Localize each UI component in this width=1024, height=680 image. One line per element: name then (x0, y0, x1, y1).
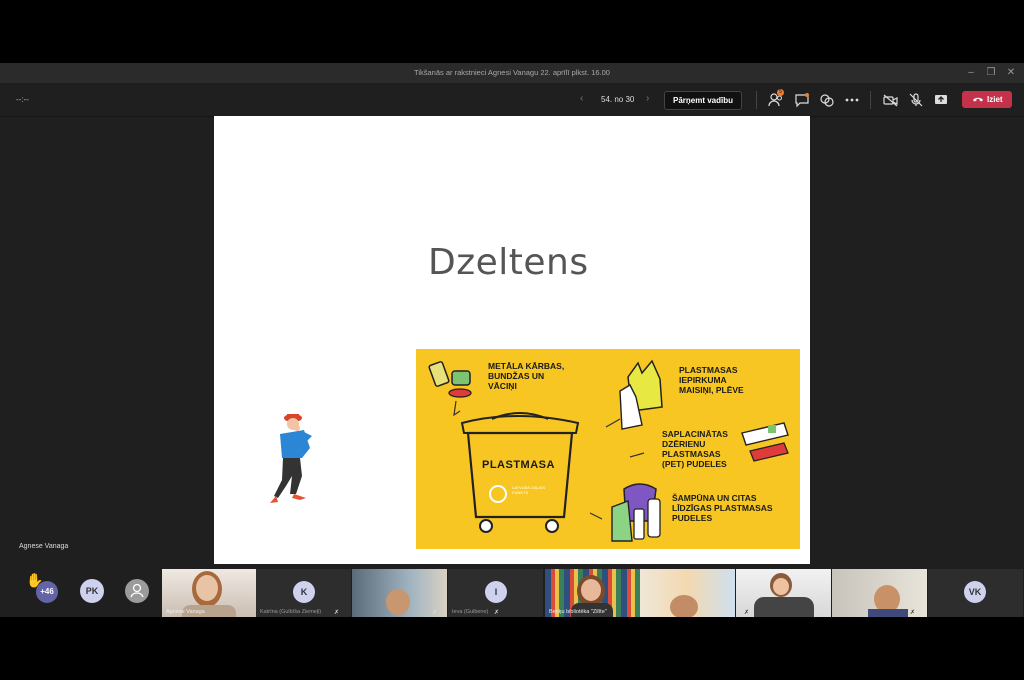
teams-meeting-window: Tikšanās ar rakstnieci Agnesi Vanagu 22.… (0, 63, 1024, 617)
participant-initials: K (293, 581, 315, 603)
caption-shampoo: ŠAMPŪNA UN CITAS LĪDZĪGAS PLASTMASAS PUD… (672, 493, 773, 523)
participant-video-tile[interactable]: ✗ (352, 569, 447, 617)
participant-name: Katrīna (Gulbīša Ziemeļi) (260, 609, 322, 615)
participant-avatar-pk[interactable]: PK (80, 579, 104, 603)
hang-up-icon (973, 97, 983, 102)
close-icon[interactable]: ✕ (1004, 66, 1018, 80)
title-bar: Tikšanās ar rakstnieci Agnesi Vanagu 22.… (0, 63, 1024, 83)
slide-title: Dzeltens (428, 242, 589, 283)
participant-video-tile[interactable]: ✗ (832, 569, 927, 617)
mic-off-icon[interactable] (908, 92, 924, 108)
participant-avatar-tile[interactable]: K Katrīna (Gulbīša Ziemeļi) ✗ (256, 569, 351, 617)
muted-mic-icon: ✗ (744, 610, 750, 616)
caption-bags: PLASTMASAS IEPIRKUMA MAISIŅI, PLĒVE (679, 365, 744, 395)
person-illustration (270, 414, 312, 503)
bin-label: PLASTMASA (482, 459, 555, 471)
previous-slide-icon[interactable]: ‹ (580, 93, 583, 104)
participant-name: Ieva (Gulbene) (452, 609, 489, 615)
participant-initials: VK (964, 581, 986, 603)
participant-name: Beņķu bibliotēka "Zilīte" (549, 609, 607, 615)
meeting-title: Tikšanās ar rakstnieci Agnesi Vanagu 22.… (414, 68, 610, 77)
participant-avatar-tile[interactable]: VK (928, 569, 1023, 617)
caption-pet-bottles: SAPLACINĀTAS DZĒRIENU PLASTMASAS (PET) P… (662, 429, 728, 469)
muted-mic-icon: ✗ (494, 610, 500, 616)
minimize-icon[interactable]: – (964, 66, 978, 80)
maximize-icon[interactable]: ❐ (984, 66, 998, 80)
reactions-icon[interactable] (819, 92, 835, 108)
participants-badge: 5 (777, 89, 784, 96)
participant-video-tile[interactable]: Agnese Vanaga (162, 569, 257, 617)
more-participants-badge[interactable]: +46 (36, 581, 58, 603)
participant-video-tile[interactable] (640, 569, 735, 617)
toolbar-divider (756, 91, 757, 109)
toolbar-divider (870, 91, 871, 109)
caption-metal: METĀLA KĀRBAS, BUNDŽAS UN VĀCIŅI (488, 361, 565, 391)
slide-navigation: ‹ 54. no 30 › (580, 93, 660, 107)
slide-counter: 54. no 30 (601, 95, 635, 104)
participant-name: Agnese Vanaga (166, 609, 205, 615)
participants-icon[interactable]: 5 (768, 89, 784, 108)
take-control-button[interactable]: Pārņemt vadību (664, 91, 742, 110)
participant-strip: ✋ +46 PK Agnese Vanaga K Katrīna (Gulbīš… (0, 565, 1024, 617)
recycling-infographic: METĀLA KĀRBAS, BUNDŽAS UN VĀCIŅI PLASTMA… (416, 349, 800, 549)
participant-video-tile[interactable]: ✗ (736, 569, 831, 617)
next-slide-icon[interactable]: › (646, 93, 649, 104)
shared-slide: Dzeltens METĀLA KĀRBAS, BUNDŽAS UN VĀCIŅ… (214, 116, 810, 564)
muted-mic-icon: ✗ (432, 610, 438, 616)
participant-avatar-tile[interactable]: I Ieva (Gulbene) ✗ (448, 569, 543, 617)
meeting-timer: --:-- (16, 95, 29, 104)
participant-video-tile[interactable]: Beņķu bibliotēka "Zilīte" (545, 569, 640, 617)
leave-label: Iziet (987, 95, 1003, 104)
chat-icon[interactable] (794, 92, 810, 108)
anonymous-participant-icon[interactable] (125, 579, 149, 603)
muted-mic-icon: ✗ (910, 610, 916, 616)
more-options-icon[interactable] (844, 92, 860, 108)
bin-small-text: LATVIJAS ZAĻAIS PUNKTS (512, 485, 546, 495)
leave-button[interactable]: Iziet (962, 91, 1012, 108)
participant-initials: I (485, 581, 507, 603)
meeting-toolbar: --:-- ‹ 54. no 30 › Pārņemt vadību 5 Izi… (0, 83, 1024, 117)
camera-off-icon[interactable] (883, 92, 899, 108)
presenter-name: Agnese Vanaga (19, 543, 69, 550)
muted-mic-icon: ✗ (334, 610, 340, 616)
share-screen-icon[interactable] (933, 92, 949, 108)
